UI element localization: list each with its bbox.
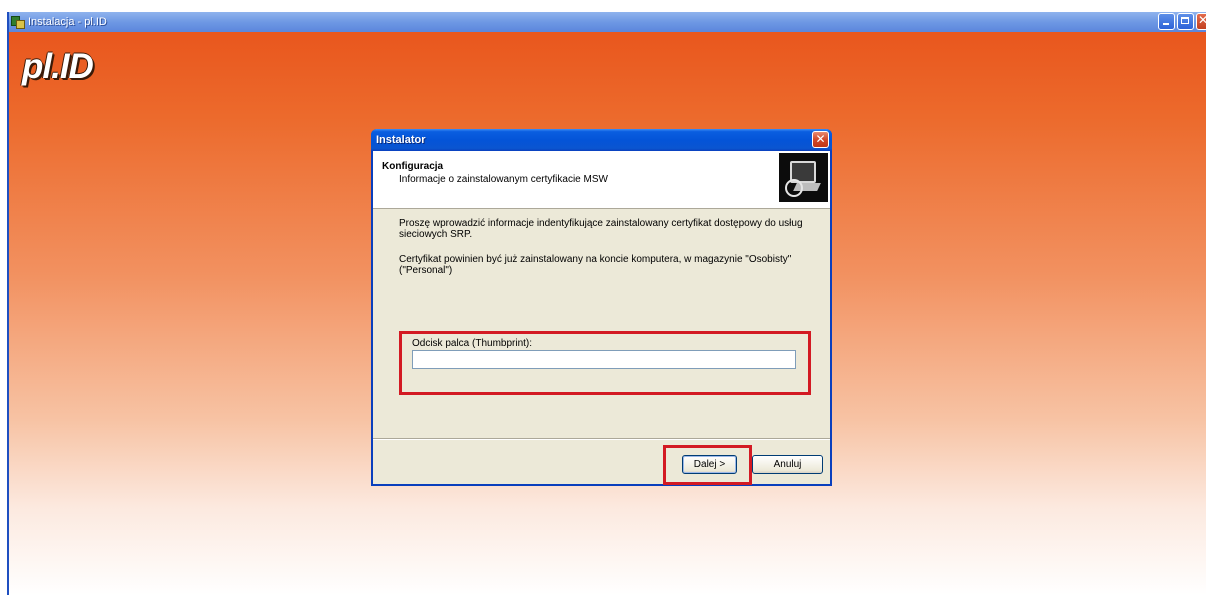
installer-dialog: Instalator ✕ Konfiguracja Informacje o z… (371, 129, 832, 486)
thumbprint-label: Odcisk palca (Thumbprint): (412, 338, 533, 349)
plid-logo: pl.ID (22, 47, 94, 86)
close-icon: ✕ (1198, 13, 1206, 27)
next-button[interactable]: Dalej > (682, 455, 737, 474)
instruction-text: Proszę wprowadzić informacje indentyfiku… (399, 218, 803, 240)
dialog-header: Konfiguracja Informacje o zainstalowanym… (373, 151, 830, 209)
dialog-title: Instalator (376, 134, 426, 146)
installer-app-icon (11, 15, 25, 29)
header-subtitle: Informacje o zainstalowanym certyfikacie… (399, 174, 608, 185)
dialog-close-button[interactable]: ✕ (812, 131, 829, 148)
cancel-button[interactable]: Anuluj (752, 455, 823, 474)
maximize-icon (1181, 17, 1189, 24)
maximize-button[interactable] (1177, 13, 1194, 30)
close-button[interactable]: ✕ (1196, 13, 1206, 30)
certificate-note-text: Certyfikat powinien być już zainstalowan… (399, 254, 792, 276)
minimize-icon (1163, 23, 1169, 25)
close-icon: ✕ (815, 132, 826, 146)
thumbprint-input[interactable] (412, 350, 796, 369)
dialog-separator (373, 438, 830, 440)
header-title: Konfiguracja (382, 161, 444, 172)
dialog-body: Proszę wprowadzić informacje indentyfiku… (373, 209, 830, 438)
main-window-title: Instalacja - pl.ID (28, 16, 107, 28)
dialog-title-bar[interactable]: Instalator ✕ (371, 129, 832, 151)
main-title-bar[interactable]: Instalacja - pl.ID ✕ (9, 12, 1206, 32)
computer-setup-icon (779, 153, 828, 202)
minimize-button[interactable] (1158, 13, 1175, 30)
